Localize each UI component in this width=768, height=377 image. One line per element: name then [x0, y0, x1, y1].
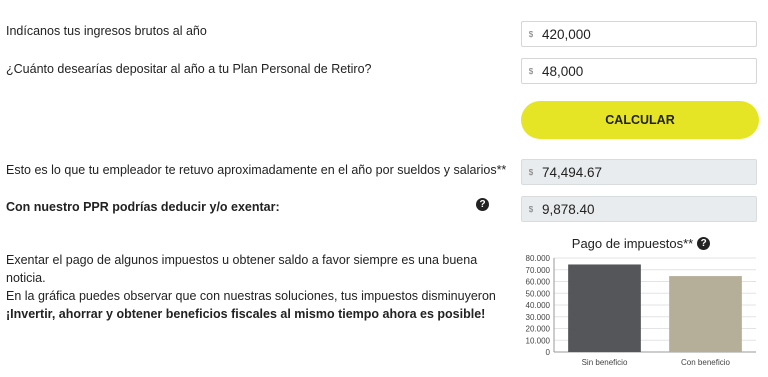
chart-y-tick-label: 20.000: [526, 325, 551, 334]
info-line-1: Exentar el pago de algunos impuestos u o…: [6, 253, 478, 285]
chart-y-tick-label: 40.000: [526, 301, 551, 310]
chart-y-tick-label: 0: [546, 348, 551, 357]
chart-y-tick-label: 80.000: [526, 254, 551, 263]
info-paragraph: Exentar el pago de algunos impuestos u o…: [6, 251, 506, 323]
chart-title-row: Pago de impuestos** ?: [521, 236, 761, 251]
income-value[interactable]: 420,000: [540, 27, 591, 42]
deposit-label: ¿Cuánto desearías depositar al año a tu …: [6, 62, 372, 76]
chart-x-tick-label: Sin beneficio: [582, 358, 628, 367]
calculate-button[interactable]: CALCULAR: [521, 101, 759, 139]
question-circle-icon[interactable]: ?: [476, 198, 489, 211]
withheld-field: $ 74,494.67: [521, 159, 757, 185]
income-currency: $: [528, 29, 534, 39]
deduct-currency: $: [528, 204, 534, 214]
chart-y-tick-label: 60.000: [526, 278, 551, 287]
tax-chart: 0 10.000 20.000 30.000 40.000 50.000 60.000 70.…: [526, 254, 756, 367]
withheld-label: Esto es lo que tu empleador te retuvo ap…: [6, 163, 507, 177]
deduct-field: $ 9,878.40: [521, 196, 757, 222]
chart-y-tick-label: 10.000: [526, 336, 551, 345]
deduct-label: Con nuestro PPR podrías deducir y/o exen…: [6, 200, 280, 214]
withheld-value: 74,494.67: [542, 164, 603, 180]
chart-y-tick-label: 50.000: [526, 289, 551, 298]
question-circle-icon[interactable]: ?: [697, 237, 711, 250]
info-line-2: En la gráfica puedes observar que con nu…: [6, 289, 496, 303]
deposit-field[interactable]: $ 48,000: [521, 58, 757, 84]
income-field[interactable]: $ 420,000: [521, 21, 757, 47]
income-label: Indícanos tus ingresos brutos al año: [6, 24, 207, 38]
withheld-currency: $: [528, 167, 534, 177]
chart-title: Pago de impuestos**: [571, 236, 694, 251]
chart-y-tick-label: 70.000: [526, 266, 551, 275]
deposit-currency: $: [528, 66, 534, 76]
deposit-value[interactable]: 48,000: [540, 64, 583, 79]
deduct-value: 9,878.40: [542, 201, 595, 217]
chart-x-tick-label: Con beneficio: [681, 358, 730, 367]
info-line-3: ¡Invertir, ahorrar y obtener beneficios …: [6, 307, 486, 321]
chart-bar: [669, 276, 742, 352]
chart-bar: [568, 264, 641, 352]
chart-y-tick-label: 30.000: [526, 313, 551, 322]
